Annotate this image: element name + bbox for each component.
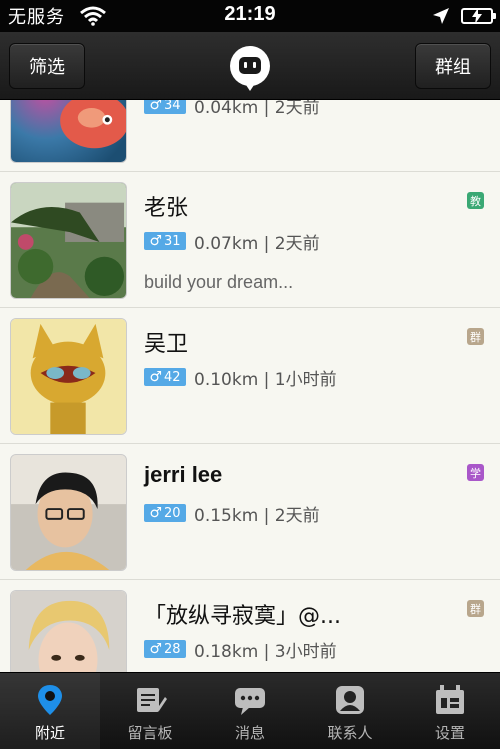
role-badge: 教	[467, 192, 484, 209]
list-item[interactable]: 吴卫 ♂ 42 0.10km | 1小时前 群	[0, 308, 500, 444]
filter-button[interactable]: 筛选	[9, 43, 85, 89]
user-name: 「放纵寻寂寞」@...	[144, 604, 341, 629]
avatar	[10, 182, 127, 299]
user-name: jerri lee	[144, 462, 223, 487]
user-name: 吴卫	[144, 332, 189, 357]
battery-icon	[461, 8, 496, 24]
role-badge: 群	[467, 600, 484, 617]
avatar	[10, 100, 127, 163]
avatar	[10, 590, 127, 672]
list-item[interactable]: ♂ 34 0.04km | 2天前	[0, 100, 500, 172]
distance-time: 0.15km | 2天前	[194, 506, 320, 526]
nav-bar: 筛选 群组	[0, 32, 500, 100]
location-arrow-icon	[433, 8, 449, 24]
user-signature: build your dream...	[144, 272, 294, 292]
tab-label: 联系人	[327, 724, 373, 742]
tab-nearby[interactable]: 附近	[0, 673, 100, 749]
gender-age-badge: ♂ 28	[144, 640, 186, 658]
role-badge: 群	[467, 328, 484, 345]
gender-age-badge: ♂ 20	[144, 504, 186, 522]
nearby-user-list: ♂ 34 0.04km | 2天前 老张 ♂ 31 0.07km | 2天前 bui…	[0, 100, 500, 672]
groups-button[interactable]: 群组	[415, 43, 491, 89]
location-pin-icon	[38, 685, 62, 715]
distance-time: 0.18km | 3小时前	[194, 642, 337, 662]
chat-bubble-logo-icon[interactable]	[228, 44, 272, 92]
gender-age-badge: ♂ 31	[144, 232, 186, 250]
chat-bubble-icon	[235, 688, 265, 715]
list-item[interactable]: 老张 ♂ 31 0.07km | 2天前 build your dream... …	[0, 172, 500, 308]
message-board-icon	[137, 688, 167, 712]
tab-messages[interactable]: 消息	[200, 673, 300, 749]
settings-icon	[436, 685, 464, 714]
list-item[interactable]: jerri lee ♂ 20 0.15km | 2天前 学	[0, 444, 500, 580]
contact-icon	[336, 686, 364, 714]
tab-label: 消息	[234, 724, 265, 742]
distance-time: 0.10km | 1小时前	[194, 370, 337, 390]
list-item[interactable]: 「放纵寻寂寞」@... ♂ 28 0.18km | 3小时前 群	[0, 580, 500, 672]
user-name: 老张	[144, 196, 189, 221]
tab-settings[interactable]: 设置	[400, 673, 500, 749]
role-badge: 学	[467, 464, 484, 481]
tab-label: 留言板	[127, 724, 173, 742]
tab-bar: 附近 留言板 消息 联系人 设置	[0, 672, 500, 749]
tab-label: 附近	[34, 724, 65, 742]
gender-age-badge: ♂ 34	[144, 100, 186, 114]
distance-time: 0.04km | 2天前	[194, 100, 320, 118]
tab-label: 设置	[434, 724, 465, 742]
distance-time: 0.07km | 2天前	[194, 234, 320, 254]
avatar	[10, 318, 127, 435]
tab-message-board[interactable]: 留言板	[100, 673, 200, 749]
tab-contacts[interactable]: 联系人	[300, 673, 400, 749]
avatar	[10, 454, 127, 571]
status-bar: 无服务 21:19	[0, 0, 500, 32]
gender-age-badge: ♂ 42	[144, 368, 186, 386]
status-time: 21:19	[224, 3, 276, 25]
